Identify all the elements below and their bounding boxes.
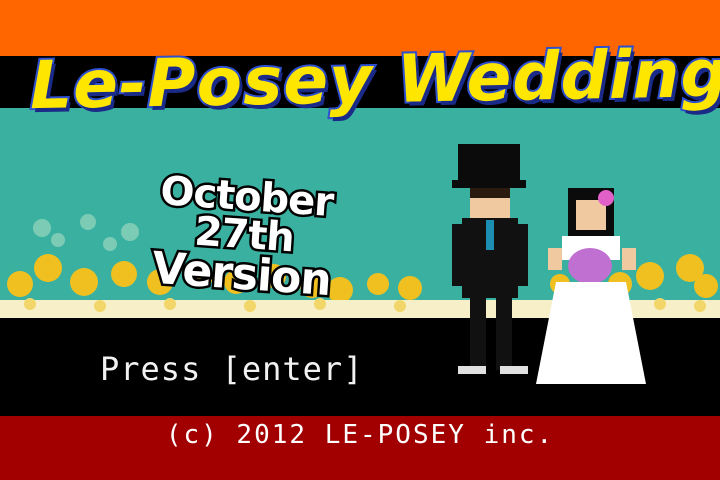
game-title: Le-Posey Wedding [27, 33, 720, 126]
groom-sprite [452, 144, 528, 374]
title-screen[interactable]: Le-Posey Wedding October 27th Version Pr… [0, 0, 720, 480]
version-label: October 27th Version [100, 166, 388, 309]
copyright-text: (c) 2012 LE-POSEY inc. [165, 420, 555, 450]
press-enter-prompt[interactable]: Press [enter] [100, 350, 363, 388]
